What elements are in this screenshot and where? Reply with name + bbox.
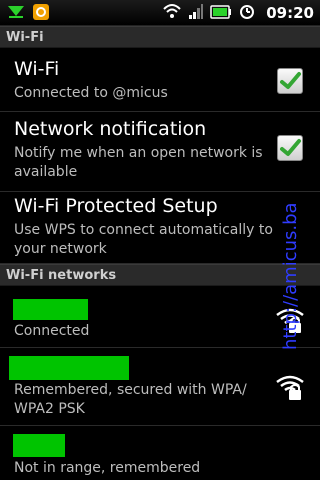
watermark: http://amicus.ba xyxy=(280,202,301,350)
pref-network-notification-summary: Notify me when an open network is availa… xyxy=(14,145,263,180)
checkmark-icon xyxy=(280,139,301,156)
pref-wifi-summary: Connected to @micus xyxy=(14,85,168,101)
network-item[interactable]: Not in range, remembered xyxy=(0,426,320,480)
network-name-redacted xyxy=(13,434,65,457)
network-status: Not in range, remembered xyxy=(14,460,201,476)
pref-wifi-title: Wi-Fi xyxy=(14,58,60,80)
status-bar: 09:20 xyxy=(0,0,320,26)
pref-wps-title: Wi-Fi Protected Setup xyxy=(14,195,218,217)
notification-arrow-icon xyxy=(6,4,26,24)
wifi-icon xyxy=(162,2,182,24)
clock: 09:20 xyxy=(266,4,314,22)
pref-network-notification-title: Network notification xyxy=(14,118,207,140)
alarm-icon xyxy=(238,2,256,24)
pref-wps-summary: Use WPS to connect automatically to your… xyxy=(14,222,273,257)
market-icon xyxy=(32,3,50,25)
network-item[interactable]: Remembered, secured with WPA/ WPA2 PSK xyxy=(0,348,320,426)
wifi-networks-section-header: Wi-Fi networks xyxy=(0,264,320,286)
battery-icon xyxy=(210,4,232,23)
checkmark-icon xyxy=(280,72,301,89)
pref-network-notification[interactable]: Network notification Notify me when an o… xyxy=(0,112,320,192)
wifi-section-header: Wi-Fi xyxy=(0,26,320,48)
pref-wps[interactable]: Wi-Fi Protected Setup Use WPS to connect… xyxy=(0,192,320,264)
signal-icon xyxy=(188,2,204,24)
network-name-redacted xyxy=(9,356,129,380)
network-name-redacted xyxy=(13,299,88,320)
network-item[interactable]: Connected xyxy=(0,286,320,348)
pref-wifi[interactable]: Wi-Fi Connected to @micus xyxy=(0,48,320,112)
network-status: Remembered, secured with WPA/ WPA2 PSK xyxy=(14,382,247,417)
network-notification-checkbox[interactable] xyxy=(277,135,303,161)
wifi-checkbox[interactable] xyxy=(277,68,303,94)
network-status: Connected xyxy=(14,323,90,339)
wifi-lock-icon xyxy=(274,370,306,406)
